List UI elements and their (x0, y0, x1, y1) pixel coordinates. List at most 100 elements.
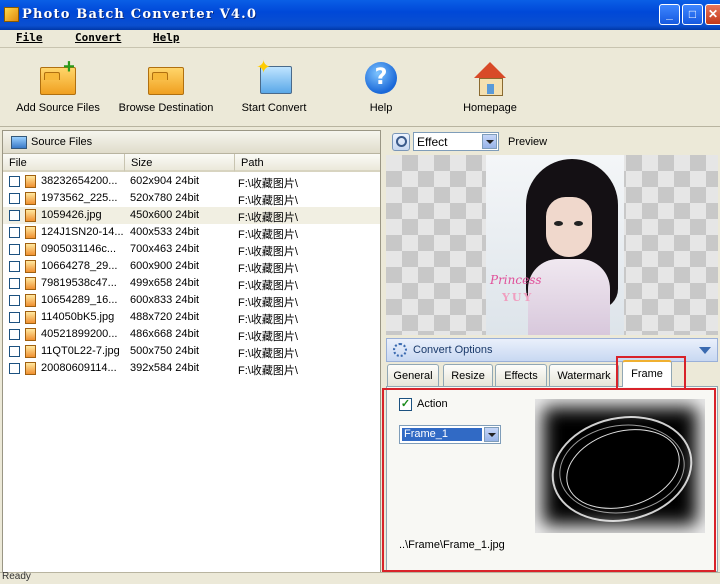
column-file-label: File (9, 157, 27, 169)
image-file-icon (25, 362, 36, 375)
row-checkbox[interactable] (9, 363, 20, 374)
action-checkbox[interactable]: ✓ (399, 398, 412, 411)
tab-watermark[interactable]: Watermark (549, 364, 619, 386)
file-size: 600x833 24bit (130, 294, 200, 306)
file-name: 79819538c47... (41, 277, 117, 289)
row-checkbox[interactable] (9, 176, 20, 187)
add-source-files-button[interactable]: + Add Source Files (14, 57, 102, 124)
homepage-label: Homepage (463, 102, 517, 114)
help-label: Help (369, 102, 393, 114)
add-source-files-label: Add Source Files (16, 102, 100, 114)
column-path-label: Path (241, 157, 264, 169)
file-name: 11QT0L22-7.jpg (41, 345, 120, 357)
watermark-princess: Princess (490, 273, 542, 287)
row-checkbox[interactable] (9, 210, 20, 221)
table-row[interactable]: 10664278_29... 600x900 24bit F:\收藏图片\ (3, 258, 380, 275)
image-file-icon (25, 243, 36, 256)
file-path: F:\收藏图片\ (238, 229, 298, 241)
preview-area: Princess YUY (386, 155, 718, 335)
preview-label: Preview (508, 136, 548, 148)
file-name: 40521899200... (41, 328, 118, 340)
menu-convert[interactable]: Convert (75, 31, 121, 44)
table-row[interactable]: 124J1SN20-14... 400x533 24bit F:\收藏图片\ (3, 224, 380, 241)
file-name: 10654289_16... (41, 294, 118, 306)
table-row[interactable]: 114050bK5.jpg 488x720 24bit F:\收藏图片\ (3, 309, 380, 326)
file-name: 1973562_225... (41, 192, 118, 204)
minimize-button[interactable]: _ (659, 4, 680, 25)
frame-dropdown-value: Frame_1 (402, 428, 482, 441)
frame-dropdown[interactable]: Frame_1 (399, 425, 501, 444)
source-files-panel: Source Files File Size Path 38232654200.… (2, 130, 381, 573)
file-size: 400x533 24bit (130, 226, 200, 238)
tab-frame[interactable]: Frame (622, 360, 672, 387)
file-size: 499x658 24bit (130, 277, 200, 289)
file-name: 114050bK5.jpg (41, 311, 115, 323)
window-title: Photo Batch Converter V4.0 (22, 7, 258, 22)
home-icon (470, 58, 510, 98)
row-checkbox[interactable] (9, 278, 20, 289)
tab-effects[interactable]: Effects (495, 364, 547, 386)
file-path: F:\收藏图片\ (238, 365, 298, 377)
effect-dropdown[interactable]: Effect (413, 132, 499, 151)
table-row[interactable]: 20080609114... 392x584 24bit F:\收藏图片\ (3, 360, 380, 377)
collapse-chevron-icon[interactable] (699, 347, 711, 354)
file-path: F:\收藏图片\ (238, 212, 298, 224)
row-checkbox[interactable] (9, 193, 20, 204)
file-size: 500x750 24bit (130, 345, 200, 357)
row-checkbox[interactable] (9, 244, 20, 255)
image-list-icon (11, 136, 27, 149)
table-row[interactable]: 0905031146c... 700x463 24bit F:\收藏图片\ (3, 241, 380, 258)
table-row[interactable]: 79819538c47... 499x658 24bit F:\收藏图片\ (3, 275, 380, 292)
tab-resize[interactable]: Resize (443, 364, 493, 386)
table-row[interactable]: 38232654200... 602x904 24bit F:\收藏图片\ (3, 173, 380, 190)
table-row[interactable]: 11QT0L22-7.jpg 500x750 24bit F:\收藏图片\ (3, 343, 380, 360)
file-size: 486x668 24bit (130, 328, 200, 340)
file-size: 602x904 24bit (130, 175, 200, 187)
zoom-icon[interactable] (392, 133, 410, 151)
convert-options-header[interactable]: Convert Options (386, 338, 718, 362)
convert-options-title: Convert Options (413, 344, 493, 356)
table-row[interactable]: 1973562_225... 520x780 24bit F:\收藏图片\ (3, 190, 380, 207)
table-row[interactable]: 1059426.jpg 450x600 24bit F:\收藏图片\ (3, 207, 380, 224)
table-row[interactable]: 10654289_16... 600x833 24bit F:\收藏图片\ (3, 292, 380, 309)
add-folder-icon: + (38, 57, 78, 98)
table-row[interactable]: 40521899200... 486x668 24bit F:\收藏图片\ (3, 326, 380, 343)
row-checkbox[interactable] (9, 295, 20, 306)
row-checkbox[interactable] (9, 227, 20, 238)
file-size: 488x720 24bit (130, 311, 200, 323)
row-checkbox[interactable] (9, 329, 20, 340)
column-header-size[interactable]: Size (125, 154, 235, 172)
row-checkbox[interactable] (9, 346, 20, 357)
app-icon (4, 7, 19, 22)
chevron-down-icon[interactable] (484, 427, 499, 442)
homepage-button[interactable]: Homepage (460, 58, 520, 124)
menu-file[interactable]: File (16, 31, 43, 44)
toolbar: + Add Source Files Browse Destination ✦ … (0, 48, 720, 127)
row-checkbox[interactable] (9, 261, 20, 272)
file-size: 450x600 24bit (130, 209, 200, 221)
watermark-yuy: YUY (502, 291, 534, 304)
maximize-button[interactable]: □ (682, 4, 703, 25)
file-path: F:\收藏图片\ (238, 314, 298, 326)
menu-help[interactable]: Help (153, 31, 180, 44)
file-size: 392x584 24bit (130, 362, 200, 374)
image-file-icon (25, 192, 36, 205)
status-text: Ready (2, 571, 31, 582)
start-convert-button[interactable]: ✦ Start Convert (236, 58, 312, 124)
effect-dropdown-value: Effect (417, 135, 448, 149)
chevron-down-icon[interactable] (482, 134, 497, 149)
column-header-path[interactable]: Path (235, 154, 380, 172)
close-button[interactable]: ✕ (705, 4, 720, 25)
gear-icon (393, 343, 407, 357)
file-name: 20080609114... (41, 362, 117, 374)
image-file-icon (25, 345, 36, 358)
column-header-file[interactable]: File (3, 154, 125, 172)
source-files-header: Source Files (3, 131, 380, 154)
browse-destination-button[interactable]: Browse Destination (116, 58, 216, 124)
frame-path: ..\Frame\Frame_1.jpg (399, 539, 505, 551)
file-name: 1059426.jpg (41, 209, 102, 221)
preview-image: Princess YUY (486, 155, 624, 335)
row-checkbox[interactable] (9, 312, 20, 323)
tab-general[interactable]: General (387, 364, 439, 386)
help-button[interactable]: ? Help (358, 58, 404, 124)
